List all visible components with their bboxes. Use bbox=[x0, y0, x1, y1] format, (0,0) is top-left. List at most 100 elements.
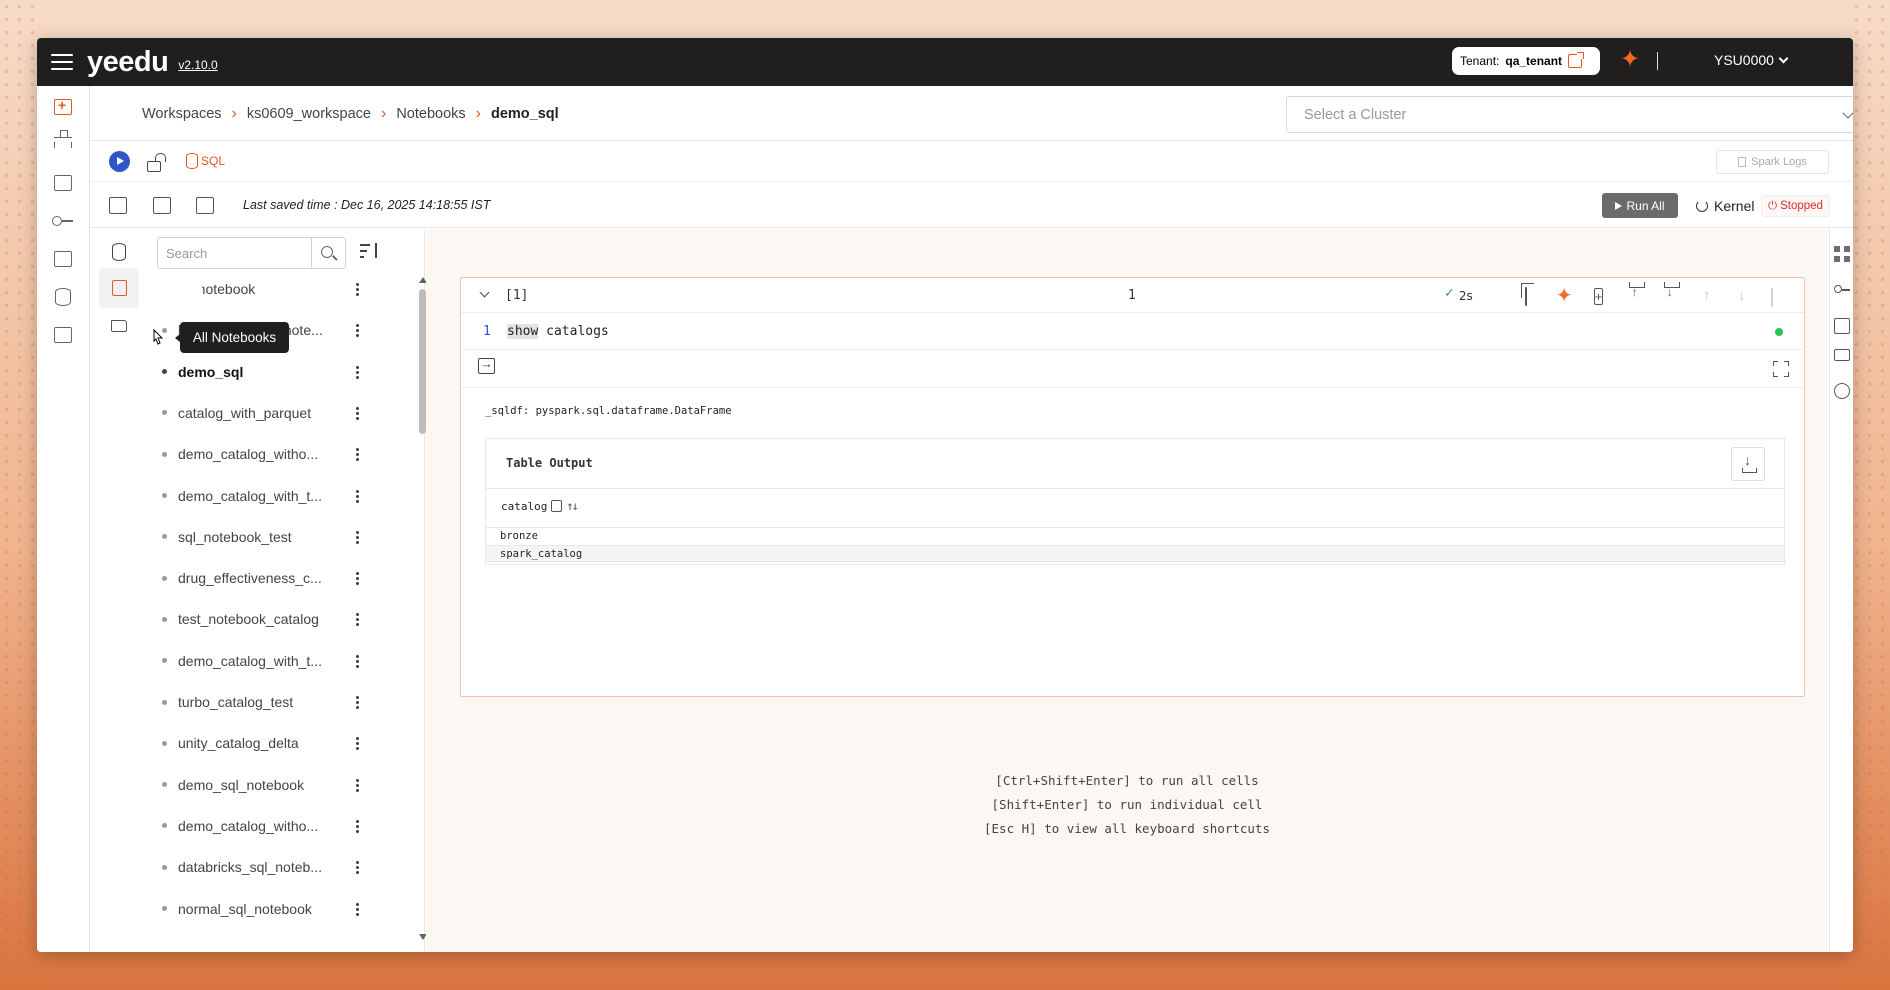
search-input[interactable]: Search bbox=[157, 237, 312, 269]
notebook-list-item[interactable]: test_notebook_catalog bbox=[146, 604, 386, 634]
kebab-menu-icon[interactable] bbox=[356, 777, 359, 792]
kebab-menu-icon[interactable] bbox=[356, 901, 359, 916]
sort-arrows-icon[interactable]: ↑↓ bbox=[566, 499, 579, 513]
history-icon[interactable] bbox=[1834, 383, 1850, 399]
notebook-cell[interactable]: [1] 1 ✓ 2s ✦ + ↑ ↓ 1 show catalogs → _sq… bbox=[460, 277, 1805, 697]
database-icon bbox=[186, 153, 198, 169]
kebab-menu-icon[interactable] bbox=[356, 736, 359, 751]
save-icon[interactable] bbox=[196, 197, 214, 214]
breadcrumb-workspaces[interactable]: Workspaces bbox=[142, 106, 222, 122]
notebook-list-item[interactable]: normal_sql_notebook bbox=[146, 894, 386, 924]
bullet-icon bbox=[162, 493, 167, 498]
workflow-nav-icon[interactable] bbox=[51, 130, 75, 156]
settings-icon[interactable] bbox=[1834, 318, 1850, 334]
kebab-menu-icon[interactable] bbox=[356, 612, 359, 627]
kebab-menu-icon[interactable] bbox=[356, 488, 359, 503]
run-icon[interactable] bbox=[109, 151, 130, 172]
spark-logs-button[interactable]: Spark Logs bbox=[1716, 150, 1829, 174]
kebab-menu-icon[interactable] bbox=[356, 405, 359, 420]
tenant-label: Tenant: bbox=[1460, 54, 1500, 68]
cell-exec-count: 1 bbox=[1128, 288, 1136, 303]
language-badge[interactable]: SQL bbox=[186, 153, 225, 169]
column-header[interactable]: catalog ↑↓ bbox=[501, 499, 579, 513]
notebook-list-item[interactable]: catalog_with_parquet bbox=[146, 398, 386, 428]
notebook-list-item[interactable]: sql_notebook_test bbox=[146, 522, 386, 552]
move-down-icon[interactable]: ↓ bbox=[1731, 285, 1753, 307]
copy-cell-icon[interactable] bbox=[1521, 285, 1543, 307]
download-table-button[interactable] bbox=[1731, 447, 1765, 481]
docs-nav-icon[interactable] bbox=[51, 324, 75, 346]
cluster-select[interactable]: Select a Cluster bbox=[1286, 96, 1853, 133]
notebook-list-item[interactable]: demo_catalog_with_t... bbox=[146, 481, 386, 511]
grid-icon[interactable] bbox=[1834, 246, 1850, 262]
notebook-list-item[interactable]: drug_effectiveness_c... bbox=[146, 563, 386, 593]
kebab-menu-icon[interactable] bbox=[356, 529, 359, 544]
kebab-menu-icon[interactable] bbox=[356, 282, 359, 296]
output-toggle-icon[interactable] bbox=[478, 356, 495, 374]
ai-spark-icon[interactable]: ✦ bbox=[1620, 48, 1640, 72]
kebab-menu-icon[interactable] bbox=[356, 571, 359, 586]
copy-icon[interactable] bbox=[551, 500, 563, 512]
output-type: _sqldf: pyspark.sql.dataframe.DataFrame bbox=[485, 405, 732, 417]
notebook-list-item[interactable]: demo_catalog_with_t... bbox=[146, 646, 386, 676]
kebab-menu-icon[interactable] bbox=[356, 323, 359, 338]
notebook-label: catalog_with_parquet bbox=[178, 404, 312, 421]
cluster-nav-icon[interactable] bbox=[51, 248, 75, 270]
kebab-menu-icon[interactable] bbox=[356, 860, 359, 875]
kebab-menu-icon[interactable] bbox=[356, 695, 359, 709]
code-editor[interactable]: 1 show catalogs bbox=[461, 314, 1804, 350]
clear-outputs-icon[interactable] bbox=[153, 197, 171, 214]
kernel-button[interactable]: Kernel bbox=[1696, 198, 1754, 214]
ai-assist-icon[interactable]: ✦ bbox=[1556, 285, 1578, 307]
menu-icon[interactable] bbox=[51, 54, 73, 70]
database-nav-icon[interactable] bbox=[51, 286, 75, 308]
scroll-thumb[interactable] bbox=[419, 289, 426, 434]
cluster-placeholder: Select a Cluster bbox=[1304, 107, 1407, 123]
notebook-list-item[interactable]: demo_sql bbox=[146, 357, 386, 387]
kebab-menu-icon[interactable] bbox=[356, 364, 359, 379]
notebook-list-item[interactable]: turbo_catalog_test bbox=[146, 687, 386, 717]
notebook-list-item[interactable]: demo_sql_notebook bbox=[146, 770, 386, 800]
delete-cell-icon[interactable] bbox=[1766, 285, 1788, 307]
add-cell-icon[interactable]: + bbox=[1591, 285, 1613, 307]
key-nav-icon[interactable] bbox=[51, 210, 75, 232]
database-tab-icon[interactable] bbox=[109, 242, 129, 262]
notebook-list-item[interactable]: demo_catalog_witho... bbox=[146, 811, 386, 841]
upload-icon[interactable] bbox=[1626, 285, 1648, 307]
notebook-list-item[interactable]: demo_catalog_witho... bbox=[146, 439, 386, 469]
jobs-nav-icon[interactable] bbox=[51, 172, 75, 194]
kernel-label: Kernel bbox=[1714, 198, 1755, 214]
sort-icon[interactable] bbox=[360, 241, 380, 261]
search-button[interactable] bbox=[312, 237, 346, 269]
key-icon[interactable] bbox=[1834, 281, 1850, 297]
download-cell-icon[interactable] bbox=[1661, 285, 1683, 307]
download-icon[interactable] bbox=[109, 197, 127, 214]
notebooks-tab-icon[interactable] bbox=[109, 278, 129, 298]
tenant-badge[interactable]: Tenant: qa_tenant bbox=[1452, 47, 1600, 75]
kebab-menu-icon[interactable] bbox=[356, 818, 359, 833]
keyboard-icon[interactable] bbox=[1834, 349, 1850, 361]
notebook-list-item[interactable]: sql_notebook bbox=[146, 274, 386, 304]
language-label: SQL bbox=[201, 154, 226, 168]
notebook-nav-icon[interactable] bbox=[51, 96, 75, 118]
unlock-icon[interactable] bbox=[147, 161, 161, 172]
notebook-list-item[interactable]: databricks_sql_noteb... bbox=[146, 852, 386, 882]
version-link[interactable]: v2.10.0 bbox=[178, 58, 217, 72]
run-all-button[interactable]: Run All bbox=[1602, 193, 1678, 218]
kebab-menu-icon[interactable] bbox=[356, 447, 359, 462]
notebook-label: sql_notebook bbox=[172, 281, 256, 297]
notebook-list-item[interactable]: unity_catalog_delta bbox=[146, 728, 386, 758]
kebab-menu-icon[interactable] bbox=[356, 653, 359, 668]
run-cell-icon[interactable] bbox=[1486, 285, 1508, 307]
background-dots-left bbox=[0, 0, 40, 990]
fullscreen-icon[interactable] bbox=[1773, 361, 1789, 377]
move-up-icon[interactable]: ↑ bbox=[1696, 285, 1718, 307]
play-icon bbox=[1615, 201, 1623, 210]
user-menu[interactable]: YSU0000 bbox=[1714, 52, 1789, 68]
collapse-chevron-icon[interactable] bbox=[479, 287, 490, 298]
breadcrumb-workspace[interactable]: ks0609_workspace bbox=[247, 106, 371, 122]
scrollbar[interactable] bbox=[417, 277, 427, 952]
breadcrumb-notebooks[interactable]: Notebooks bbox=[396, 106, 465, 122]
folder-tab-icon[interactable] bbox=[109, 316, 129, 336]
breadcrumb-bar: Workspaces › ks0609_workspace › Notebooks ›… bbox=[91, 86, 1853, 141]
